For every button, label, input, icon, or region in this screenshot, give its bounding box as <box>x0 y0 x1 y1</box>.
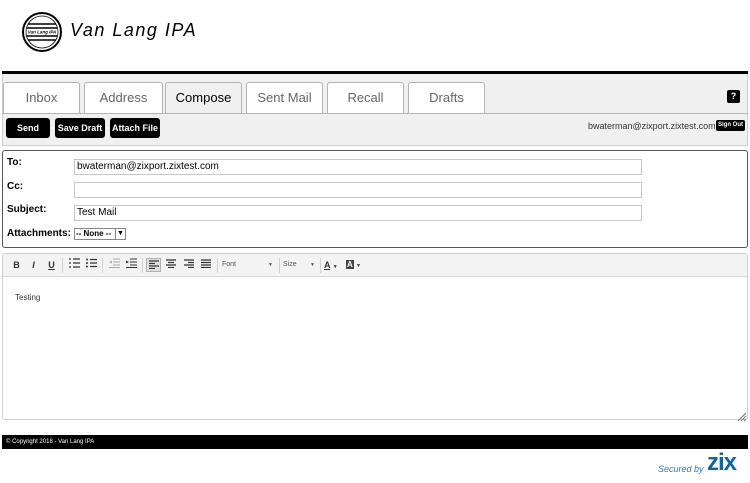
chevron-down-icon: ▼ <box>268 262 273 268</box>
toolbar-separator <box>217 258 218 273</box>
user-email: bwaterman@zixport.zixtest.com <box>588 121 716 131</box>
save-draft-button[interactable]: Save Draft <box>55 118 105 138</box>
chevron-down-icon: ▼ <box>356 263 361 269</box>
attachments-label: Attachments: <box>7 228 71 239</box>
background-color-icon: A <box>346 260 354 269</box>
tab-divider <box>2 113 748 114</box>
resize-grip-icon[interactable] <box>737 408 747 422</box>
attachments-selected-value: -- None -- <box>76 229 112 238</box>
indent-icon[interactable] <box>124 258 139 272</box>
logo-text: Van Lang IPA <box>28 30 57 35</box>
chevron-down-icon: ▼ <box>310 262 315 268</box>
toolbar-separator <box>320 258 321 273</box>
italic-button[interactable]: I <box>26 258 41 272</box>
logo: Van Lang IPA <box>22 12 62 52</box>
bullet-list-icon[interactable] <box>84 258 99 272</box>
tab-inbox[interactable]: Inbox <box>3 82 80 113</box>
to-field[interactable]: bwaterman@zixport.zixtest.com <box>74 159 642 175</box>
help-button[interactable]: ? <box>727 90 740 103</box>
toolbar-separator <box>102 258 103 273</box>
tab-drafts[interactable]: Drafts <box>408 82 485 113</box>
editor-panel <box>2 253 748 420</box>
text-color-button[interactable]: A ▼ <box>324 258 344 272</box>
send-button[interactable]: Send <box>6 118 50 138</box>
app-title: Van Lang IPA <box>70 20 198 40</box>
underline-button[interactable]: U <box>44 258 59 272</box>
align-justify-icon[interactable] <box>198 258 213 272</box>
size-dropdown[interactable]: Size ▼ <box>283 258 317 272</box>
outdent-icon[interactable] <box>107 258 122 272</box>
attach-file-button[interactable]: Attach File <box>110 118 160 138</box>
font-dropdown-label: Font <box>222 261 237 268</box>
message-body[interactable]: Testing <box>15 293 40 302</box>
tab-address[interactable]: Address <box>84 82 163 113</box>
chevron-down-icon: ▼ <box>332 264 338 270</box>
align-center-icon[interactable] <box>163 258 178 272</box>
align-right-icon[interactable] <box>181 258 196 272</box>
chevron-down-icon: ▼ <box>115 229 125 239</box>
font-dropdown[interactable]: Font ▼ <box>222 258 276 272</box>
attachments-select[interactable]: -- None -- ▼ <box>74 228 126 240</box>
toolbar-separator <box>62 258 63 273</box>
cc-label: Cc: <box>7 181 24 192</box>
subject-field[interactable]: Test Mail <box>74 205 642 221</box>
text-color-icon: A <box>324 260 331 270</box>
bold-button[interactable]: B <box>9 258 24 272</box>
size-dropdown-label: Size <box>283 261 297 268</box>
toolbar-separator <box>279 258 280 273</box>
tab-compose[interactable]: Compose <box>165 82 242 114</box>
background-color-button[interactable]: A ▼ <box>346 258 366 272</box>
toolbar-separator <box>142 258 143 273</box>
sign-out-button[interactable]: Sign Out <box>716 120 745 131</box>
tab-recall[interactable]: Recall <box>327 82 404 113</box>
tab-sent-mail[interactable]: Sent Mail <box>246 82 323 113</box>
secured-by-text: Secured by <box>658 464 704 474</box>
footer-copyright: © Copyright 2018 - Van Lang IPA <box>2 435 748 449</box>
numbered-list-icon[interactable] <box>67 258 82 272</box>
subject-label: Subject: <box>7 204 47 215</box>
align-left-icon[interactable] <box>146 258 161 272</box>
cc-field[interactable] <box>74 182 642 198</box>
to-label: To: <box>7 157 22 168</box>
zix-logo: zix <box>707 449 737 476</box>
